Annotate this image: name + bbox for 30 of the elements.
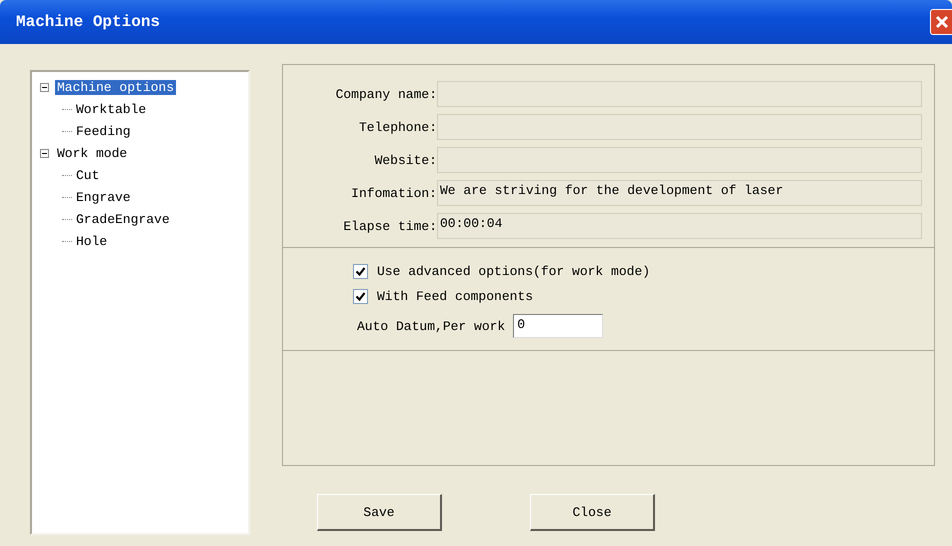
tree-item[interactable]: Feeding [74, 124, 133, 138]
input-field[interactable]: 0 [513, 314, 604, 338]
checkbox[interactable] [353, 289, 368, 304]
collapse-icon[interactable] [40, 82, 49, 92]
window-title: Machine Options [16, 13, 160, 31]
checkbox-label: Use advanced options(for work mode) [377, 264, 650, 279]
collapse-icon[interactable] [40, 148, 49, 158]
tree-item[interactable]: Worktable [74, 102, 148, 116]
input-field[interactable]: 00:00:04 [437, 213, 922, 239]
input-field[interactable]: We are striving for the development of laser [437, 180, 922, 206]
checkbox-label: With Feed components [377, 289, 534, 304]
tree-item[interactable]: Hole [74, 234, 110, 248]
field-label: Elapse time: [342, 218, 437, 234]
input-field[interactable] [437, 81, 922, 107]
tree-item[interactable]: Machine options [55, 80, 176, 94]
close-icon[interactable] [930, 9, 952, 35]
tree-item[interactable]: GradeEngrave [74, 212, 172, 226]
field-label: Website: [374, 152, 437, 168]
field-label: Auto Datum,Per work [357, 318, 506, 334]
input-field[interactable] [437, 114, 922, 140]
save-button[interactable]: Save [317, 494, 442, 531]
checkbox[interactable] [353, 264, 368, 279]
tree-item[interactable]: Work mode [55, 146, 130, 160]
field-label: Company name: [334, 86, 437, 102]
tree-item[interactable]: Engrave [74, 190, 133, 204]
field-label: Infomation: [350, 186, 437, 200]
field-label: Telephone: [358, 120, 437, 134]
tree-item[interactable]: Cut [74, 168, 102, 182]
close-button[interactable]: Close [530, 494, 655, 531]
input-field[interactable] [437, 147, 922, 173]
